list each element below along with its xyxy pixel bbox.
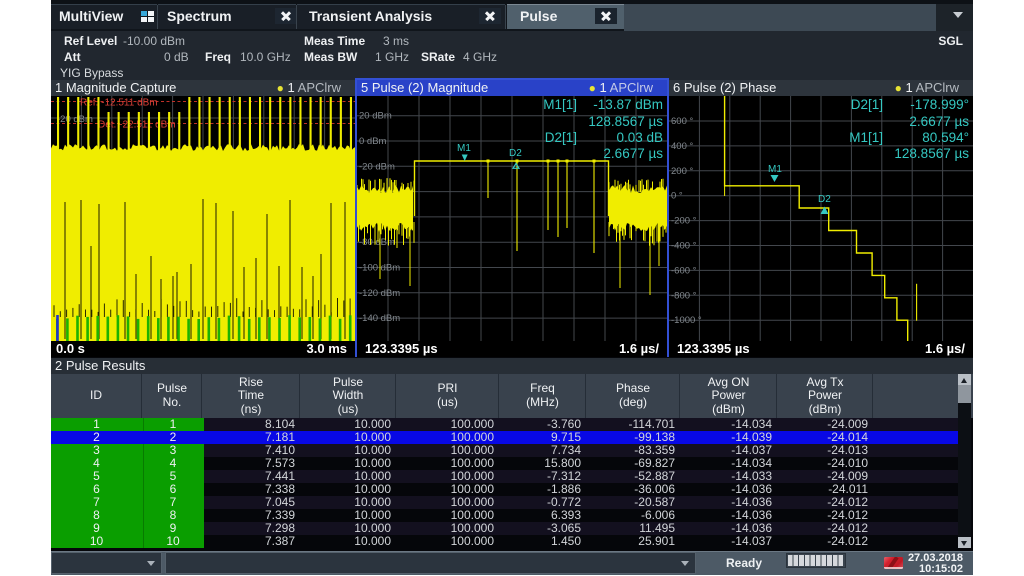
svg-text:-1000 °: -1000 ° [671,315,702,326]
svg-text:-20 dBm: -20 dBm [359,161,395,172]
svg-text:128.8567 µs: 128.8567 µs [588,114,663,129]
svg-text:Det. -22.511 dBm: Det. -22.511 dBm [98,120,176,131]
svg-text:0 °: 0 ° [671,191,683,202]
svg-text:0.03 dB: 0.03 dB [616,130,663,145]
svg-text:-13.87 dBm: -13.87 dBm [593,97,663,112]
svg-text:Ref. -12.511 dBm: Ref. -12.511 dBm [80,98,158,109]
svg-text:D2: D2 [818,194,831,205]
svg-text:20 dBm: 20 dBm [359,111,392,122]
svg-text:-800 °: -800 ° [671,290,697,301]
svg-text:600 °: 600 ° [671,116,693,127]
svg-text:200 °: 200 ° [671,166,693,177]
svg-text:128.8567 µs: 128.8567 µs [894,146,969,161]
svg-text:-178.999°: -178.999° [910,97,969,112]
svg-text:D2[1]: D2[1] [545,130,577,145]
svg-text:400 °: 400 ° [671,141,693,152]
svg-text:-200 °: -200 ° [671,216,697,227]
svg-text:-600 °: -600 ° [671,265,697,276]
svg-text:80.594°: 80.594° [922,130,969,145]
svg-text:-140 dBm: -140 dBm [359,313,400,324]
svg-text:0 dBm: 0 dBm [359,136,387,147]
svg-text:2.6677 µs: 2.6677 µs [909,114,969,129]
svg-text:M1: M1 [768,164,782,175]
svg-text:M1[1]: M1[1] [849,130,883,145]
svg-text:M1[1]: M1[1] [543,97,577,112]
svg-text:D2: D2 [509,148,522,159]
svg-text:D2[1]: D2[1] [851,97,883,112]
svg-text:M1: M1 [457,143,471,154]
svg-text:2.6677 µs: 2.6677 µs [603,146,663,161]
svg-text:-120 dBm: -120 dBm [359,288,400,299]
svg-text:-400 °: -400 ° [671,241,697,252]
